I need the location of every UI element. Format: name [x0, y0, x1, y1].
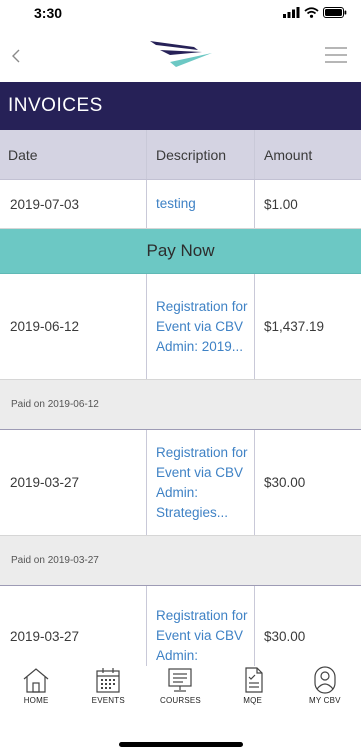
column-header-amount: Amount [254, 130, 361, 179]
back-button[interactable] [8, 42, 32, 70]
invoice-description-link[interactable]: testing [146, 180, 254, 228]
tab-label: MQE [243, 696, 263, 705]
table-row: 2019-03-27 Registration for Event via CB… [0, 430, 361, 536]
invoice-description-link[interactable]: Registration for Event via CBV Admin: 20… [146, 274, 254, 379]
paid-note-prefix: Paid on [11, 399, 45, 410]
tab-label: HOME [23, 696, 49, 705]
invoice-date: 2019-03-27 [10, 475, 80, 490]
paid-note: Paid on 2019-06-12 [0, 380, 361, 430]
tab-label: MY CBV [308, 696, 341, 705]
invoice-amount: $30.00 [254, 430, 361, 535]
pay-now-button[interactable]: Pay Now [0, 229, 361, 274]
table-header-row: Date Description Amount [0, 130, 361, 180]
wifi-icon [304, 7, 319, 18]
status-time: 3:30 [34, 5, 63, 21]
invoice-amount: $1,437.19 [254, 274, 361, 379]
paid-note-date: 2019-06-12 [47, 399, 99, 410]
invoice-date: 2019-07-03 [10, 196, 80, 212]
column-header-description: Description [146, 130, 254, 179]
home-indicator[interactable] [119, 742, 243, 747]
tab-events[interactable]: EVENTS [72, 666, 144, 708]
table-row: 2019-06-12 Registration for Event via CB… [0, 274, 361, 380]
tab-courses[interactable]: COURSES [144, 666, 216, 708]
nav-bar [0, 30, 361, 82]
paid-note-date: 2019-03-27 [47, 555, 99, 566]
tab-label: EVENTS [91, 696, 125, 705]
signal-icon [283, 7, 300, 18]
calendar-icon [96, 668, 120, 693]
tab-mqe[interactable]: MQE [217, 666, 289, 708]
page-header: INVOICES [0, 82, 361, 130]
invoices-table: Date Description Amount 2019-07-03 testi… [0, 130, 361, 686]
user-icon [314, 666, 336, 694]
battery-icon [323, 7, 347, 18]
pay-now-label: Pay Now [146, 241, 215, 260]
monitor-icon [168, 668, 193, 692]
tab-label: COURSES [159, 696, 201, 705]
invoice-amount: $1.00 [254, 180, 361, 228]
document-icon [245, 667, 263, 693]
cbv-logo [150, 41, 212, 67]
page-title: INVOICES [8, 95, 103, 116]
column-header-date: Date [8, 146, 38, 163]
bottom-tab-bar: HOME EVENTS COURSES MQE MY CBV [0, 666, 361, 708]
paid-note: Paid on 2019-03-27 [0, 536, 361, 586]
invoice-date: 2019-06-12 [10, 319, 80, 334]
invoice-description-link[interactable]: Registration for Event via CBV Admin: St… [146, 430, 254, 535]
home-icon [23, 668, 49, 693]
status-bar: 3:30 [0, 0, 361, 30]
status-icons [283, 7, 347, 18]
table-row: 2019-07-03 testing $1.00 [0, 180, 361, 229]
hamburger-menu-icon[interactable] [325, 45, 347, 65]
tab-my-cbv[interactable]: MY CBV [289, 666, 361, 708]
paid-note-prefix: Paid on [11, 555, 45, 566]
tab-home[interactable]: HOME [0, 666, 72, 708]
